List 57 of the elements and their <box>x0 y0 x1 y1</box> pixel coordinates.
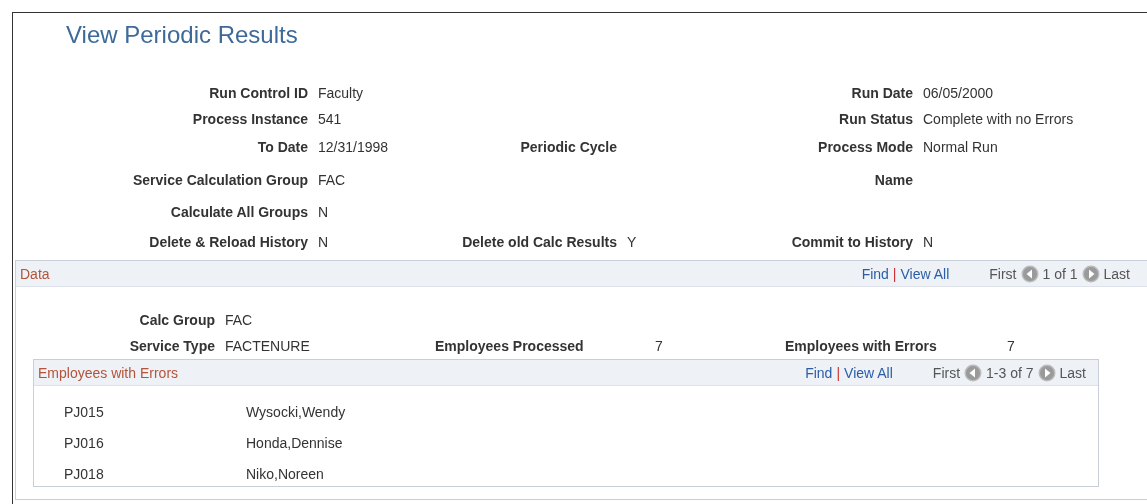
employee-name: Wysocki,Wendy <box>246 403 347 420</box>
field-label: Calc Group <box>138 312 215 328</box>
page-title: View Periodic Results <box>65 20 299 50</box>
grid-title: Employees with Errors <box>38 364 180 381</box>
field-label: Service Type <box>128 338 215 354</box>
next-icon[interactable] <box>1081 264 1100 283</box>
field-label: Delete old Calc Results <box>461 234 617 250</box>
field-label: Process Mode <box>817 139 913 155</box>
field-value: 541 <box>317 111 343 127</box>
page-range: 1-3 of 7 <box>986 364 1034 381</box>
find-link[interactable]: Find <box>861 265 889 282</box>
field-label: Process Instance <box>191 111 308 127</box>
separator: | <box>892 265 897 282</box>
field-label: Commit to History <box>790 234 913 250</box>
field-label: Employees Processed <box>435 338 585 354</box>
field-value: FAC <box>224 312 254 328</box>
field-label: Employees with Errors <box>785 338 938 354</box>
field-value: FAC <box>317 172 347 188</box>
field-label: Calculate All Groups <box>169 204 308 220</box>
field-value: 7 <box>1006 338 1016 354</box>
employee-id: PJ015 <box>64 403 105 420</box>
field-label: Periodic Cycle <box>519 139 617 155</box>
field-value: N <box>922 234 935 250</box>
field-label: Service Calculation Group <box>131 172 308 188</box>
first-label: First <box>989 265 1017 282</box>
previous-icon[interactable] <box>964 363 983 382</box>
panel-title: Data <box>20 265 51 282</box>
field-label: Run Date <box>850 84 913 101</box>
find-link[interactable]: Find <box>805 364 833 381</box>
field-value: 7 <box>654 338 664 354</box>
previous-icon[interactable] <box>1020 264 1039 283</box>
field-value: Complete with no Errors <box>922 111 1075 127</box>
field-value: N <box>317 234 330 250</box>
employee-id: PJ016 <box>64 434 105 451</box>
employee-name: Honda,Dennise <box>246 434 344 451</box>
view-all-link[interactable]: View All <box>900 265 950 282</box>
page-range: 1 of 1 <box>1042 265 1078 282</box>
field-label: Run Status <box>838 111 913 127</box>
field-value: 12/31/1998 <box>317 139 390 155</box>
view-all-link[interactable]: View All <box>844 364 893 381</box>
field-label: Delete & Reload History <box>148 234 308 250</box>
field-value: Faculty <box>317 84 365 101</box>
field-value: Normal Run <box>922 139 999 155</box>
field-value: N <box>317 204 330 220</box>
field-value: 06/05/2000 <box>922 84 995 101</box>
field-label: Name <box>873 172 913 188</box>
separator: | <box>836 364 841 381</box>
field-label: Run Control ID <box>208 84 308 101</box>
last-label: Last <box>1103 265 1130 282</box>
employee-name: Niko,Noreen <box>246 465 325 482</box>
first-label: First <box>932 364 961 381</box>
last-label: Last <box>1059 364 1086 381</box>
next-icon[interactable] <box>1037 363 1056 382</box>
field-label: To Date <box>256 139 308 155</box>
field-value: Y <box>626 234 638 250</box>
employee-id: PJ018 <box>64 465 105 482</box>
field-value: FACTENURE <box>224 338 311 354</box>
